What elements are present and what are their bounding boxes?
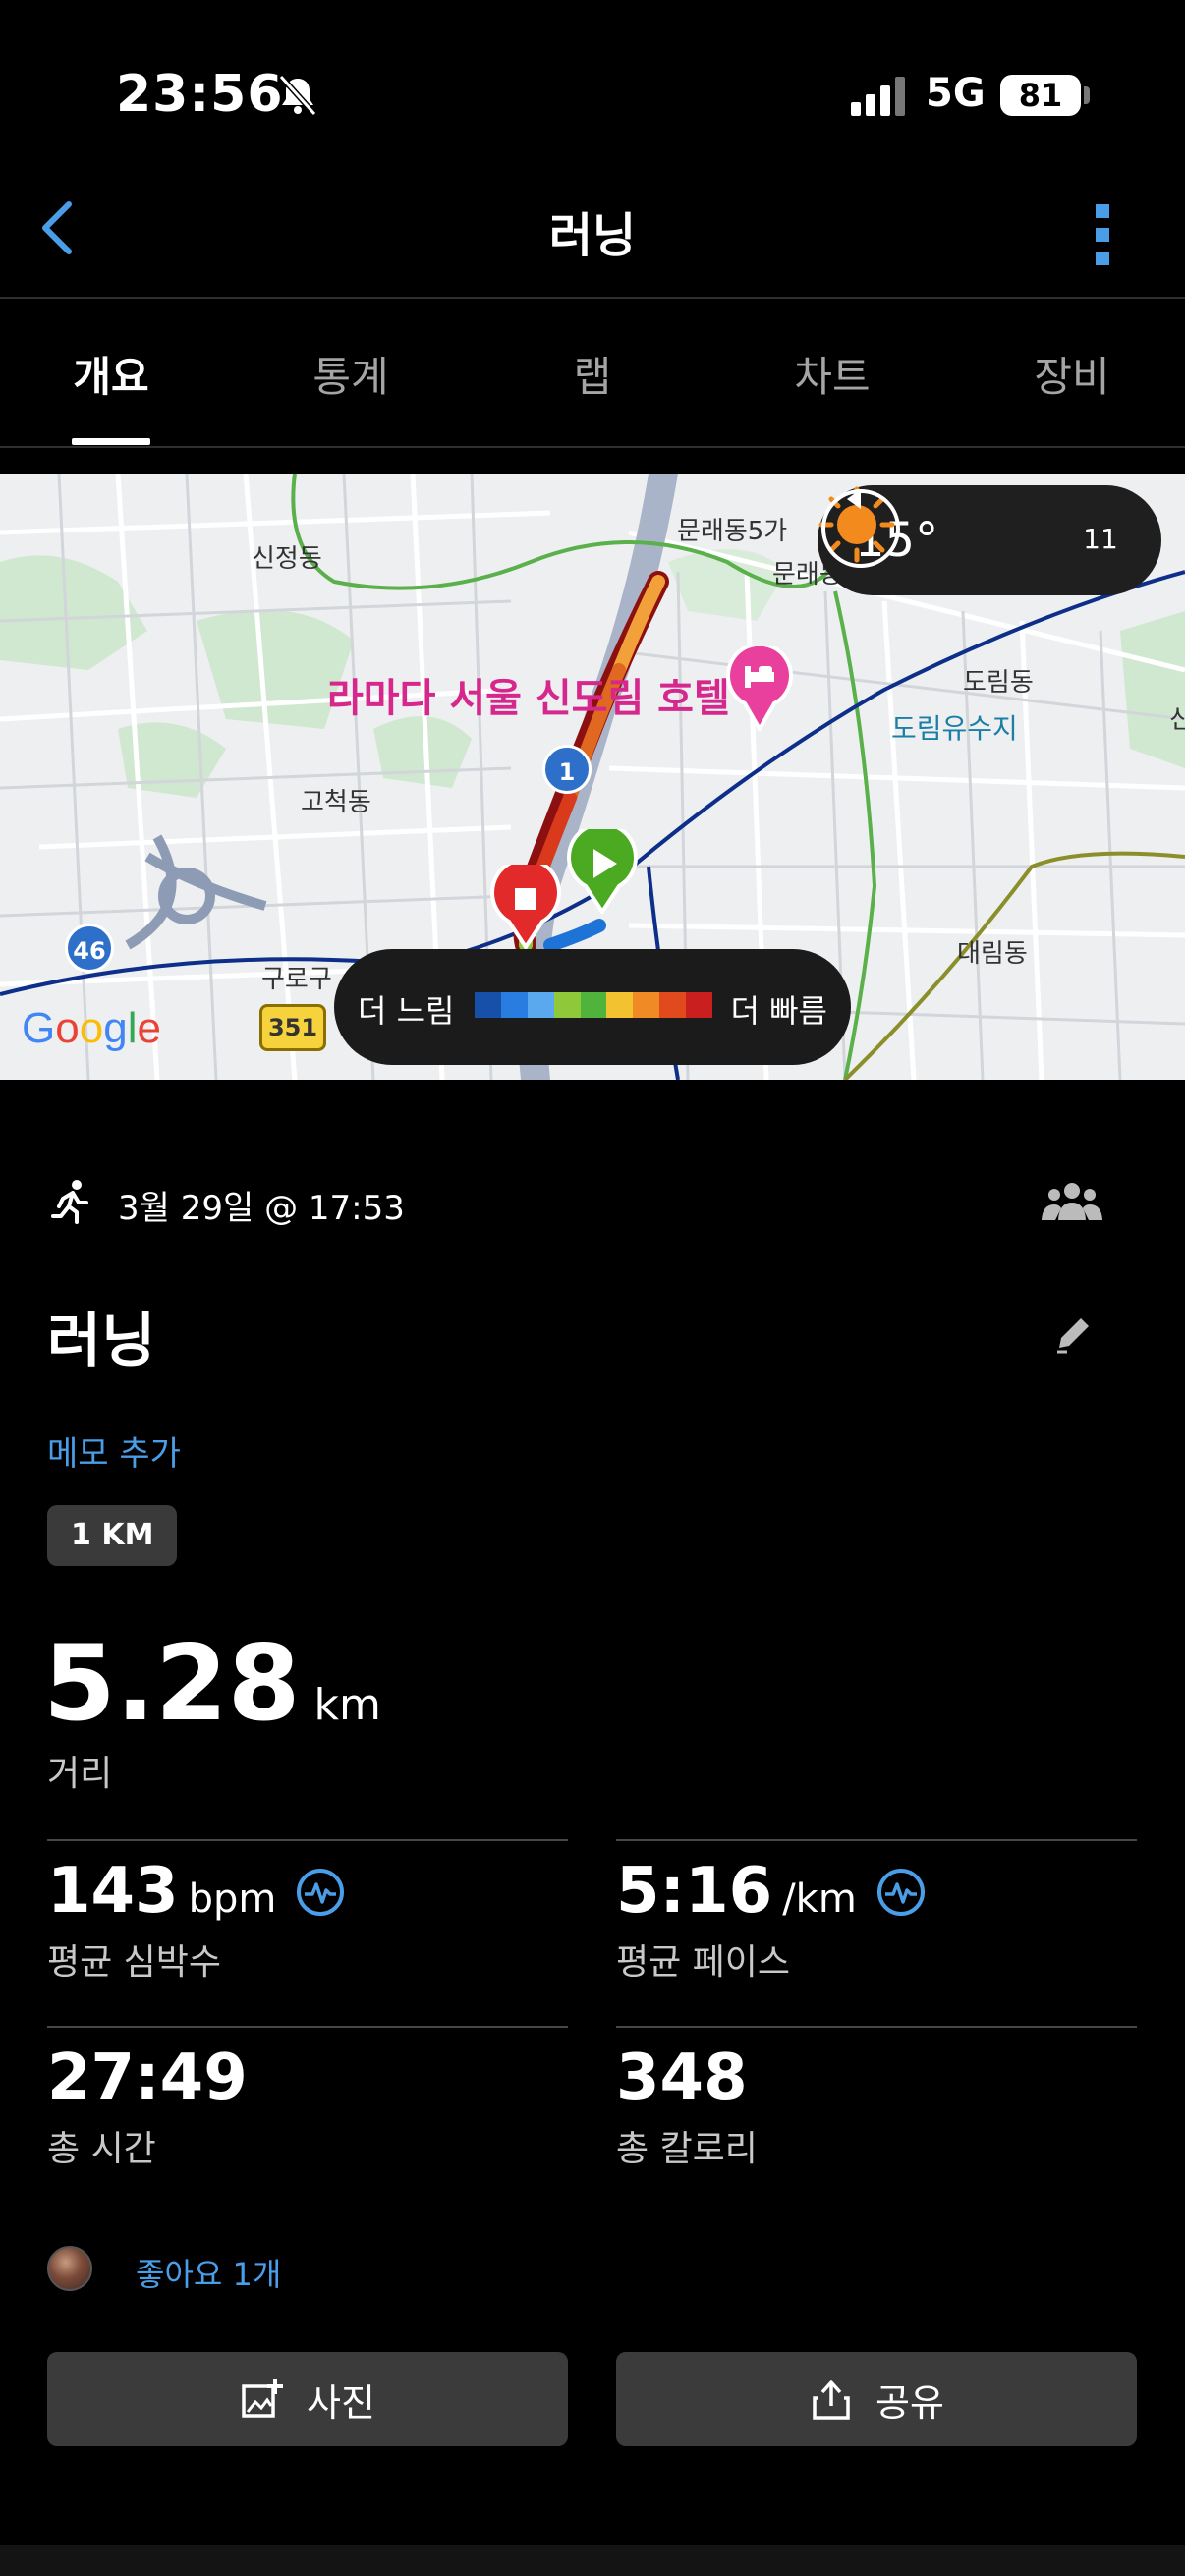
stat-avg-heart-rate: 143 bpm 평균 심박수 — [47, 1855, 346, 1985]
pace-gradient-bar — [475, 992, 713, 1018]
cellular-signal-icon — [851, 77, 905, 116]
start-pin-icon[interactable] — [566, 829, 639, 914]
add-photo-button[interactable]: 사진 — [47, 2352, 568, 2446]
pace-color-segment — [527, 992, 554, 1018]
legend-slow-label: 더 느림 — [358, 992, 455, 1030]
stat-unit: bpm — [188, 1876, 277, 1922]
map-label-daerim: 대림동 — [957, 939, 1028, 969]
active-tab-indicator — [72, 438, 150, 445]
wind-speed-value: 11 — [1083, 523, 1118, 555]
google-logo-letter: o — [55, 1004, 80, 1052]
tab-bar: 개요 통계 랩 차트 장비 — [0, 299, 1185, 446]
pace-color-segment — [606, 992, 634, 1018]
pace-legend: 더 느림 더 빠름 — [334, 949, 851, 1065]
distance-display: 5.28 km — [43, 1623, 381, 1744]
add-memo-link[interactable]: 메모 추가 — [47, 1427, 181, 1475]
status-time: 23:56 — [116, 65, 284, 124]
tab-stats[interactable]: 통계 — [262, 344, 439, 404]
pace-color-segment — [686, 992, 713, 1018]
edit-pencil-icon[interactable] — [1051, 1313, 1095, 1356]
stat-value: 143 — [47, 1855, 179, 1928]
google-logo-letter: e — [137, 1004, 161, 1052]
tab-charts[interactable]: 차트 — [744, 344, 921, 404]
wind-gauge-icon — [821, 489, 900, 568]
weather-widget: 15° 11 — [818, 485, 1161, 595]
status-bar: 23:56 5G 81 — [0, 0, 1185, 187]
battery-tip — [1084, 86, 1090, 104]
distance-value: 5.28 — [43, 1623, 301, 1744]
heart-rate-zone-icon[interactable] — [295, 1867, 346, 1918]
add-photo-icon — [242, 2379, 284, 2418]
pace-color-segment — [475, 992, 501, 1018]
google-logo-letter: o — [79, 1004, 104, 1052]
map-label-gocheok: 고척동 — [301, 788, 371, 817]
pace-color-segment — [580, 992, 607, 1018]
stat-label: 총 시간 — [47, 2129, 156, 2169]
map-label-guro: 구로구 — [261, 965, 332, 994]
stats-divider-2 — [616, 1839, 1137, 1841]
stat-value: 5:16 — [616, 1855, 773, 1928]
legend-fast-label: 더 빠름 — [730, 992, 828, 1030]
likes-link[interactable]: 좋아요 1개 — [136, 2250, 281, 2295]
stat-label: 총 칼로리 — [616, 2129, 758, 2169]
silent-bell-icon — [278, 74, 317, 117]
stat-label: 평균 심박수 — [47, 1942, 222, 1983]
map-label-mullae5: 문래동5가 — [677, 517, 788, 546]
distance-label: 거리 — [47, 1754, 113, 1794]
bottom-panel-edge — [0, 2545, 1185, 2576]
tab-overview[interactable]: 개요 — [23, 344, 199, 404]
map-label-dorim: 도림동 — [963, 668, 1034, 698]
map-label-sinjeong: 신정동 — [252, 544, 322, 574]
split-chip[interactable]: 1 KM — [47, 1505, 178, 1566]
activity-name: 러닝 — [47, 1307, 156, 1375]
map-label-edge-sin: 신 — [1169, 705, 1185, 735]
route-map[interactable]: 신정동 문래동5가 문래동 고척동 도림동 대림동 구로구 신 라마다 서울 신… — [0, 474, 1185, 1080]
group-icon[interactable] — [1040, 1179, 1104, 1224]
hotel-pin-icon[interactable] — [725, 646, 794, 731]
running-icon — [51, 1180, 88, 1224]
avatar[interactable] — [47, 2246, 92, 2291]
network-type: 5G — [926, 71, 986, 116]
tabs-divider — [0, 446, 1185, 448]
stat-total-calories: 348 총 칼로리 — [616, 2042, 758, 2171]
stats-divider-3 — [47, 2026, 568, 2028]
stat-value: 27:49 — [47, 2042, 248, 2114]
stat-total-time: 27:49 총 시간 — [47, 2042, 248, 2171]
stats-divider-1 — [47, 1839, 568, 1841]
activity-date: 3월 29일 @ 17:53 — [118, 1189, 405, 1228]
google-logo: Google — [22, 1004, 161, 1053]
tab-laps[interactable]: 랩 — [504, 344, 681, 404]
google-logo-letter: g — [103, 1004, 128, 1052]
pace-color-segment — [553, 992, 581, 1018]
pace-color-segment — [659, 992, 687, 1018]
stat-label: 평균 페이스 — [616, 1942, 791, 1983]
end-pin-icon[interactable] — [489, 865, 562, 949]
pace-color-segment — [500, 992, 528, 1018]
google-logo-letter: G — [22, 1004, 56, 1052]
pace-color-segment — [633, 992, 660, 1018]
map-hotel-label: 라마다 서울 신도림 호텔 — [327, 676, 730, 721]
share-label: 공유 — [875, 2380, 944, 2425]
stats-divider-4 — [616, 2026, 1137, 2028]
more-options-icon[interactable] — [1085, 200, 1120, 269]
distance-unit: km — [313, 1680, 381, 1730]
add-photo-label: 사진 — [307, 2380, 375, 2425]
page-title: 러닝 — [548, 208, 637, 263]
google-logo-letter: l — [127, 1004, 138, 1052]
tab-gear[interactable]: 장비 — [984, 344, 1160, 404]
share-button[interactable]: 공유 — [616, 2352, 1137, 2446]
share-icon — [813, 2380, 850, 2420]
battery-level: 81 — [1000, 75, 1081, 116]
pace-zone-icon[interactable] — [875, 1867, 927, 1918]
stat-value: 348 — [616, 2042, 748, 2114]
route-badge-46: 46 — [65, 924, 114, 973]
route-badge-351: 351 — [259, 1004, 326, 1051]
stat-avg-pace: 5:16/km 평균 페이스 — [616, 1855, 927, 1985]
route-badge-1: 1 — [542, 745, 592, 794]
map-reservoir-label: 도림유수지 — [891, 712, 1018, 745]
stat-unit: /km — [782, 1876, 857, 1922]
